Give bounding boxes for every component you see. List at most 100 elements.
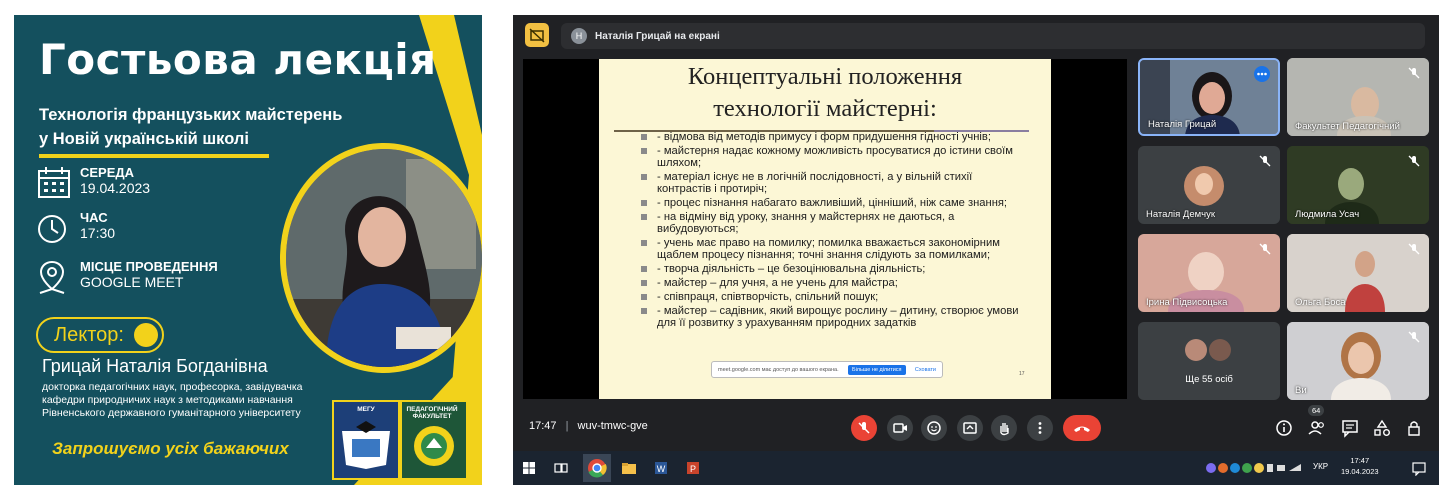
participant-tile[interactable]: Ольга Боса bbox=[1287, 234, 1429, 312]
svg-text:P: P bbox=[690, 464, 696, 474]
activities-button[interactable] bbox=[1371, 417, 1393, 439]
slide-bullets: - відмова від методів примусу і форм при… bbox=[639, 131, 1019, 331]
meeting-code: wuv-tmwc-gve bbox=[577, 420, 648, 432]
meeting-controls: 17:47 | wuv-tmwc-gve 64 bbox=[513, 405, 1439, 441]
clock-time: 17:47 bbox=[1350, 456, 1370, 465]
stop-sharing-button[interactable]: Більше не ділитися bbox=[847, 364, 906, 375]
university-logo: МЕГУ bbox=[332, 400, 400, 480]
reactions-button[interactable] bbox=[921, 415, 947, 441]
participant-avatars bbox=[1185, 339, 1231, 361]
windows-start-icon[interactable] bbox=[521, 460, 537, 476]
more-vertical-icon bbox=[1038, 422, 1042, 434]
mic-off-icon bbox=[1408, 331, 1420, 343]
date-value: 19.04.2023 bbox=[80, 180, 151, 196]
google-meet-window: Н Наталія Грицай на екрані Концептуальні… bbox=[513, 15, 1439, 485]
participant-tile[interactable]: Людмила Усач bbox=[1287, 146, 1429, 224]
participant-tile[interactable]: Наталія Демчук bbox=[1138, 146, 1280, 224]
windows-taskbar: W P УКР 17:47 19.04.2023 bbox=[513, 451, 1439, 485]
slide-bullet: - на відміну від уроку, знання у майстер… bbox=[639, 211, 1019, 235]
more-participants-label: Ще 55 осіб bbox=[1185, 374, 1233, 385]
screen-off-icon bbox=[529, 28, 545, 43]
participant-tile[interactable]: Наталія Грицай bbox=[1138, 58, 1280, 136]
participant-name: Ольга Боса bbox=[1295, 297, 1346, 308]
more-options-icon[interactable] bbox=[1254, 66, 1270, 82]
notifications-icon[interactable] bbox=[1411, 460, 1427, 476]
people-icon bbox=[1308, 421, 1324, 435]
more-participants-tile[interactable]: Ще 55 осіб bbox=[1138, 322, 1280, 400]
lector-name: Грицай Наталія Богданівна bbox=[42, 356, 268, 376]
word-icon[interactable]: W bbox=[653, 460, 669, 476]
presenter-avatar: Н bbox=[571, 28, 587, 44]
faculty-emblem-icon bbox=[414, 426, 454, 466]
mic-off-icon bbox=[1408, 243, 1420, 255]
place-label: МІСЦЕ ПРОВЕДЕННЯ bbox=[80, 259, 218, 274]
participant-name: Ірина Підвисоцька bbox=[1146, 297, 1228, 308]
sharing-notice-text: meet.google.com має доступ до вашого екр… bbox=[718, 366, 839, 373]
hand-icon bbox=[1000, 423, 1009, 436]
mic-off-icon bbox=[1259, 155, 1271, 167]
slide-bullet: - учень має право на помилку; помилка вв… bbox=[639, 237, 1019, 261]
presenting-title: Наталія Грицай на екрані bbox=[595, 30, 720, 42]
participant-name: Факультет Педагогічний bbox=[1295, 121, 1400, 132]
meeting-time: 17:47 bbox=[529, 420, 557, 432]
place-value: GOOGLE MEET bbox=[80, 274, 184, 290]
event-poster: Гостьова лекція Технологія французьких м… bbox=[14, 15, 482, 485]
people-button[interactable]: 64 bbox=[1306, 405, 1328, 439]
slide-bullet: - відмова від методів примусу і форм при… bbox=[639, 131, 1019, 143]
invite-text: Запрошуємо усіх бажаючих bbox=[52, 439, 289, 458]
participant-tile[interactable]: Факультет Педагогічний bbox=[1287, 58, 1429, 136]
time-label: ЧАС bbox=[80, 210, 108, 225]
lector-label: Лектор: bbox=[54, 323, 124, 346]
place-info: МІСЦЕ ПРОВЕДЕННЯ GOOGLE MEET bbox=[36, 259, 218, 295]
mic-off-icon bbox=[858, 422, 870, 434]
more-options-button[interactable] bbox=[1027, 415, 1053, 441]
powerpoint-icon[interactable]: P bbox=[685, 460, 701, 476]
presentation-slide: Концептуальні положення технології майст… bbox=[599, 59, 1051, 399]
stop-presenting-button[interactable] bbox=[525, 23, 549, 47]
book-emblem-icon bbox=[342, 421, 390, 469]
meeting-info: 17:47 | wuv-tmwc-gve bbox=[529, 420, 648, 432]
subtitle-underline bbox=[39, 154, 269, 158]
chat-button[interactable] bbox=[1339, 417, 1361, 439]
participant-name: Наталія Грицай bbox=[1148, 119, 1217, 130]
language-indicator[interactable]: УКР bbox=[1313, 462, 1328, 471]
chrome-icon bbox=[588, 459, 607, 478]
presenter-chip: Н Наталія Грицай на екрані bbox=[561, 23, 1425, 49]
camera-toggle-button[interactable] bbox=[887, 415, 913, 441]
present-screen-button[interactable] bbox=[957, 415, 983, 441]
slide-bullet: - майстерня надає кожному можливість про… bbox=[639, 145, 1019, 169]
meeting-details-button[interactable] bbox=[1273, 417, 1295, 439]
day-label: СЕРЕДА bbox=[80, 165, 135, 180]
raise-hand-button[interactable] bbox=[991, 415, 1017, 441]
participant-name: Людмила Усач bbox=[1295, 209, 1360, 220]
mic-toggle-button[interactable] bbox=[851, 415, 877, 441]
chrome-taskbar-button[interactable] bbox=[583, 454, 611, 482]
shared-screen: Концептуальні положення технології майст… bbox=[523, 59, 1127, 399]
clock-icon bbox=[38, 215, 66, 243]
present-icon bbox=[963, 422, 977, 434]
emoji-icon bbox=[927, 421, 941, 435]
leave-call-button[interactable] bbox=[1063, 415, 1101, 441]
file-explorer-icon[interactable] bbox=[621, 460, 637, 476]
poster-title: Гостьова лекція bbox=[39, 35, 437, 84]
poster-subtitle: Технологія французьких майстерень у Нові… bbox=[39, 106, 343, 148]
sharing-notice: meet.google.com має доступ до вашого екр… bbox=[711, 361, 943, 378]
participants-count: 64 bbox=[1308, 405, 1325, 416]
logo2-text: ПЕДАГОГІЧНИЙ ФАКУЛЬТЕТ bbox=[406, 406, 458, 420]
task-view-icon[interactable] bbox=[553, 460, 569, 476]
participant-tile[interactable]: Ірина Підвисоцька bbox=[1138, 234, 1280, 312]
slide-bullet: - процес пізнання набагато важливіший, ц… bbox=[639, 197, 1019, 209]
time-value: 17:30 bbox=[80, 225, 116, 241]
slide-bullet: - майстер – садівник, який вирощує росли… bbox=[639, 305, 1019, 329]
location-pin-icon bbox=[39, 260, 65, 294]
time-info: ЧАС 17:30 bbox=[36, 210, 115, 246]
self-tile[interactable]: Ви bbox=[1287, 322, 1429, 400]
slide-heading: Концептуальні положення технології майст… bbox=[687, 63, 963, 122]
hide-notice-link[interactable]: Сховати bbox=[915, 367, 936, 373]
system-tray-icons[interactable] bbox=[1205, 462, 1305, 474]
taskbar-clock[interactable]: 17:47 19.04.2023 bbox=[1341, 455, 1379, 477]
presentation-bar: Н Наталія Грицай на екрані bbox=[525, 23, 1427, 49]
host-controls-button[interactable] bbox=[1403, 417, 1425, 439]
date-info: СЕРЕДА 19.04.2023 bbox=[36, 165, 150, 201]
lector-badge: Лектор: bbox=[36, 317, 164, 353]
